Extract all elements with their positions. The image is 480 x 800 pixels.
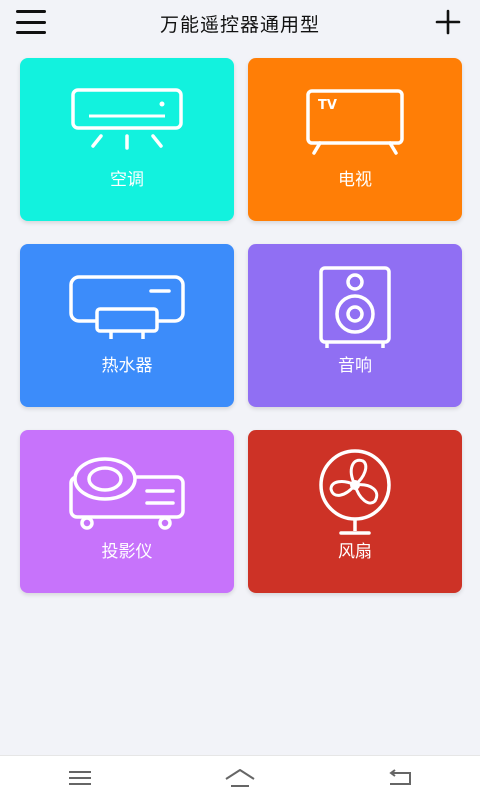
svg-text:TV: TV	[318, 98, 337, 113]
device-card-water-heater[interactable]: 热水器	[20, 244, 234, 407]
home-icon[interactable]	[220, 763, 260, 793]
device-grid: 空调 TV 电视 热水器 音响 投影仪 风扇	[20, 58, 462, 593]
device-card-projector[interactable]: 投影仪	[20, 430, 234, 593]
speaker-icon	[319, 266, 391, 348]
page-title: 万能遥控器通用型	[159, 13, 320, 36]
device-card-fan[interactable]: 风扇	[248, 430, 462, 593]
tv-icon: TV	[306, 89, 404, 155]
device-card-speaker[interactable]: 音响	[248, 244, 462, 407]
device-card-tv[interactable]: TV 电视	[248, 58, 462, 221]
air-conditioner-icon	[71, 88, 183, 150]
bottom-nav	[0, 755, 480, 800]
device-label: 投影仪	[101, 542, 153, 562]
top-bar: 万能遥控器通用型	[0, 0, 480, 46]
hamburger-menu-icon[interactable]	[16, 10, 46, 34]
device-label: 音响	[338, 356, 372, 376]
device-label: 风扇	[338, 542, 372, 562]
device-label: 电视	[338, 170, 372, 190]
fan-icon	[319, 449, 391, 535]
water-heater-icon	[69, 275, 185, 339]
projector-icon	[69, 457, 185, 530]
device-card-air-conditioner[interactable]: 空调	[20, 58, 234, 221]
plus-icon[interactable]	[434, 8, 462, 36]
menu-lines-icon[interactable]	[60, 763, 100, 793]
device-label: 空调	[110, 170, 144, 190]
back-arrow-icon[interactable]	[380, 763, 420, 793]
app-root: 万能遥控器通用型 空调 TV 电视 热水器 音响 投影仪 风扇	[0, 0, 480, 800]
device-label: 热水器	[101, 356, 153, 376]
